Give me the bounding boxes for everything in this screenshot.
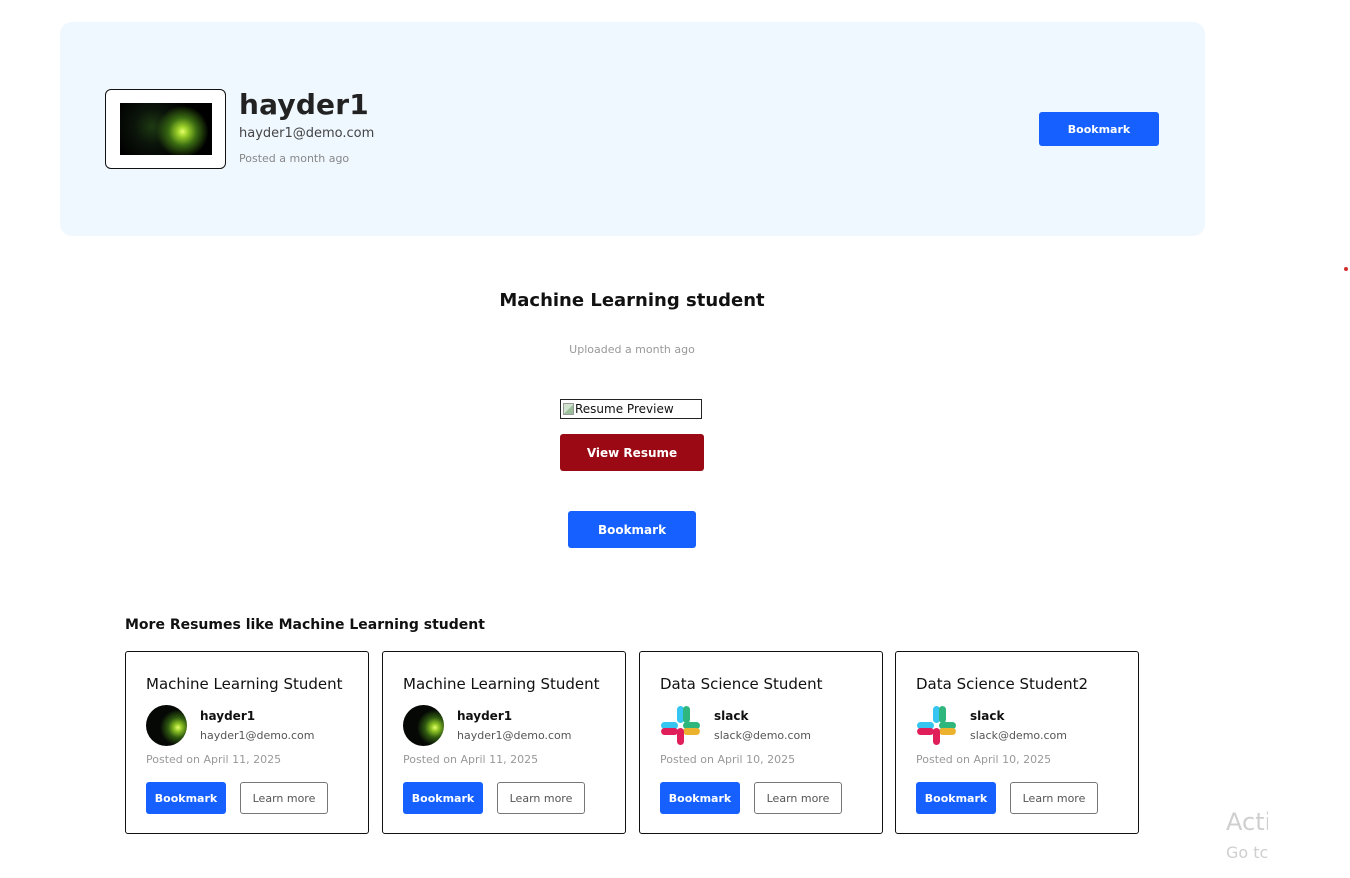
- page: hayder1 hayder1@demo.com Posted a month …: [0, 0, 1350, 878]
- card-learn-more-button[interactable]: Learn more: [754, 782, 842, 814]
- profile-avatar: [119, 103, 212, 155]
- profile-posted-time: Posted a month ago: [239, 152, 350, 165]
- resume-preview-image[interactable]: Resume Preview: [560, 399, 702, 419]
- card-posted-date: Posted on April 11, 2025: [146, 753, 282, 766]
- resume-card: Machine Learning Student hayder1 hayder1…: [125, 651, 369, 834]
- view-resume-button[interactable]: View Resume: [560, 434, 704, 471]
- more-resumes-heading: More Resumes like Machine Learning stude…: [125, 617, 485, 633]
- resume-card: Machine Learning Student hayder1 hayder1…: [382, 651, 626, 834]
- card-avatar: [146, 705, 187, 746]
- activate-windows-watermark-subtitle: Go tc: [1226, 843, 1268, 862]
- resume-bookmark-button[interactable]: Bookmark: [568, 511, 696, 548]
- card-author-email: slack@demo.com: [970, 729, 1067, 742]
- card-author-email: slack@demo.com: [714, 729, 811, 742]
- card-author-name: hayder1: [457, 709, 513, 723]
- card-bookmark-button[interactable]: Bookmark: [660, 782, 740, 814]
- card-author-name: slack: [714, 709, 749, 723]
- card-learn-more-button[interactable]: Learn more: [497, 782, 585, 814]
- header-bookmark-button[interactable]: Bookmark: [1039, 112, 1159, 146]
- card-author-email: hayder1@demo.com: [200, 729, 315, 742]
- card-author-name: hayder1: [200, 709, 256, 723]
- card-title[interactable]: Data Science Student2: [916, 675, 1088, 693]
- card-learn-more-button[interactable]: Learn more: [240, 782, 328, 814]
- card-title[interactable]: Machine Learning Student: [146, 675, 343, 693]
- card-bookmark-button[interactable]: Bookmark: [403, 782, 483, 814]
- activate-windows-watermark-title: Acti: [1226, 808, 1268, 836]
- card-posted-date: Posted on April 10, 2025: [916, 753, 1052, 766]
- broken-image-icon: [563, 403, 574, 415]
- card-learn-more-button[interactable]: Learn more: [1010, 782, 1098, 814]
- resume-title: Machine Learning student: [499, 290, 765, 311]
- resume-preview-alt: Resume Preview: [575, 402, 674, 416]
- slack-logo-icon: [660, 705, 701, 746]
- card-author-email: hayder1@demo.com: [457, 729, 572, 742]
- card-author-name: slack: [970, 709, 1005, 723]
- profile-avatar-frame: [105, 89, 226, 169]
- profile-card: hayder1 hayder1@demo.com Posted a month …: [60, 22, 1205, 236]
- profile-email: hayder1@demo.com: [239, 126, 375, 141]
- slack-logo-icon: [916, 705, 957, 746]
- status-dot: [1344, 267, 1348, 271]
- resume-uploaded-time: Uploaded a month ago: [569, 343, 695, 356]
- card-posted-date: Posted on April 10, 2025: [660, 753, 796, 766]
- card-avatar: [403, 705, 444, 746]
- card-title[interactable]: Data Science Student: [660, 675, 823, 693]
- card-title[interactable]: Machine Learning Student: [403, 675, 600, 693]
- profile-name: hayder1: [239, 88, 369, 121]
- resume-card: Data Science Student slack slack@demo.co…: [639, 651, 883, 834]
- card-bookmark-button[interactable]: Bookmark: [916, 782, 996, 814]
- card-posted-date: Posted on April 11, 2025: [403, 753, 539, 766]
- card-bookmark-button[interactable]: Bookmark: [146, 782, 226, 814]
- resume-card: Data Science Student2 slack slack@demo.c…: [895, 651, 1139, 834]
